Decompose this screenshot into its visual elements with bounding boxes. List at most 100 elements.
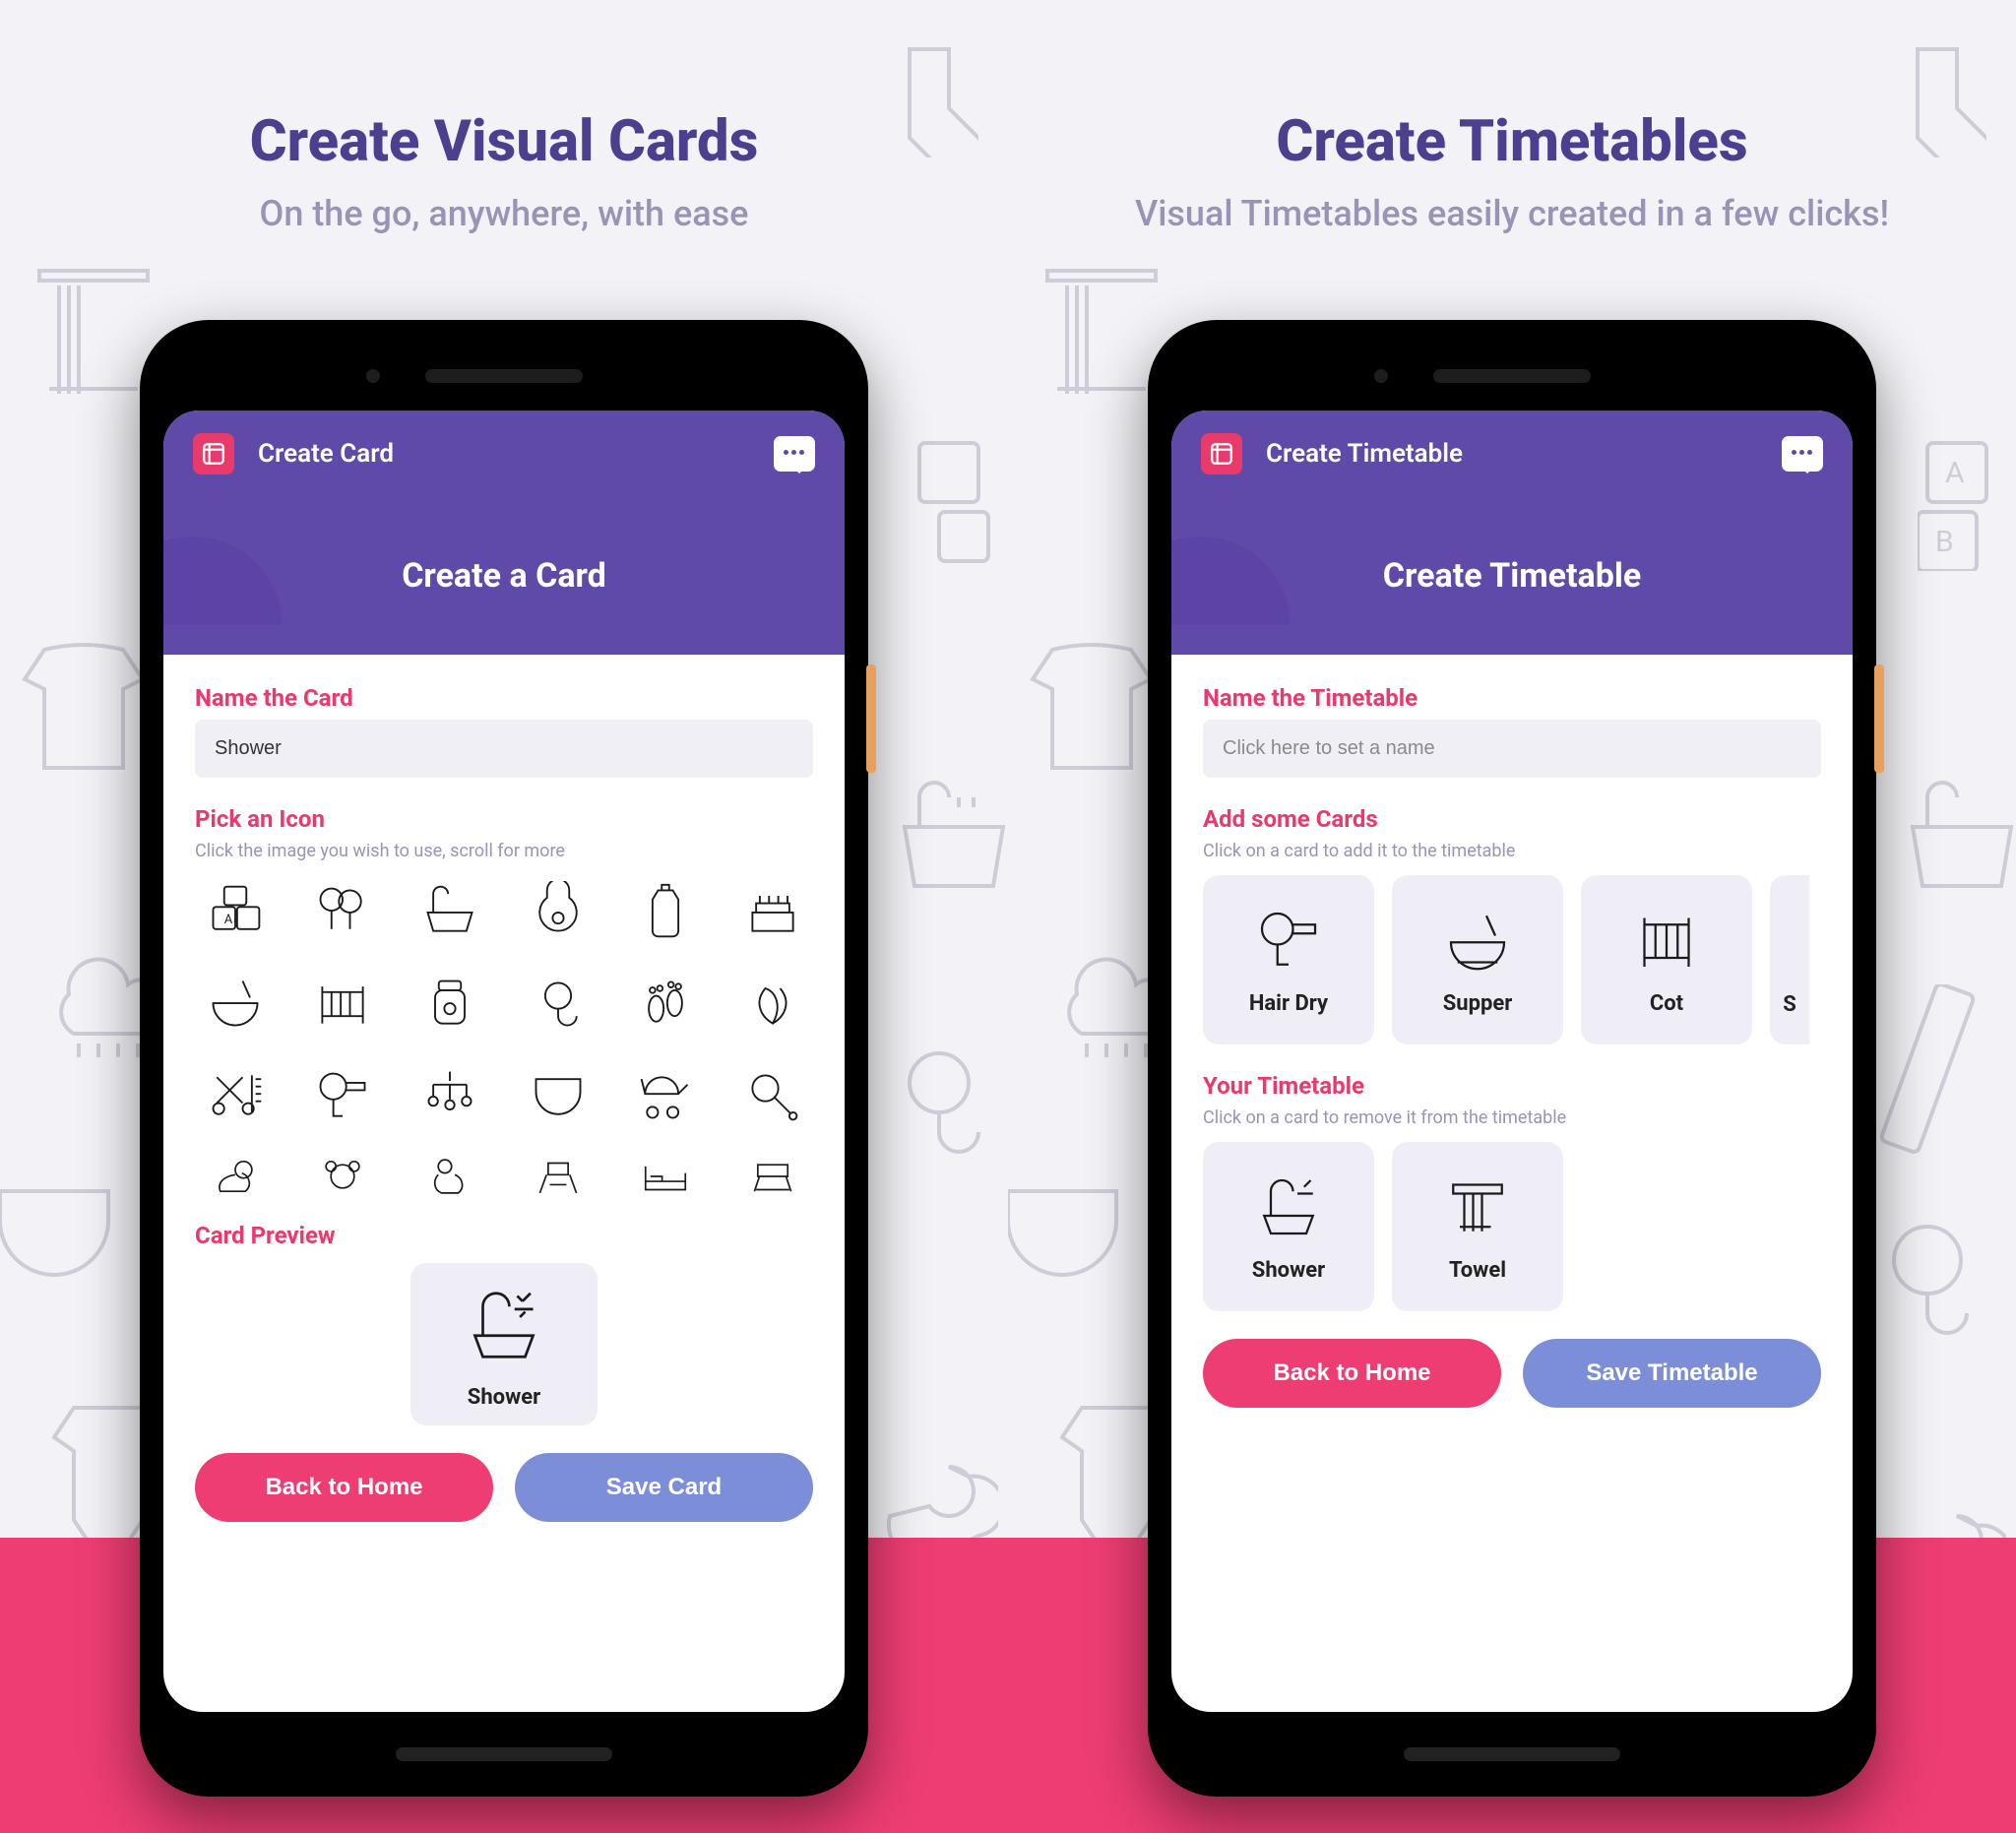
save-card-button[interactable]: Save Card (515, 1453, 813, 1522)
bathtub-icon[interactable] (410, 875, 490, 946)
card-shower[interactable]: Shower (1203, 1142, 1374, 1311)
diaper-doodle-icon (0, 1181, 118, 1319)
card-label: Hair Dry (1249, 991, 1328, 1016)
pacifier-doodle-icon (880, 1034, 998, 1171)
footprints-icon[interactable] (625, 968, 705, 1039)
preview-section-label: Card Preview (195, 1222, 813, 1249)
svg-text:A: A (223, 913, 232, 927)
phone-camera-dot (1374, 369, 1388, 383)
card-name-input[interactable] (195, 720, 813, 778)
name-section-label: Name the Card (195, 684, 813, 712)
cot-icon (1631, 905, 1702, 976)
phone-speaker (1433, 369, 1591, 383)
icon-hint: Click the image you wish to use, scroll … (195, 841, 813, 861)
timetable-name-input[interactable] (1203, 720, 1821, 778)
duck-icon[interactable] (195, 1149, 275, 1204)
bathtub-doodle-icon (900, 778, 1008, 906)
save-timetable-button[interactable]: Save Timetable (1523, 1339, 1821, 1408)
hairdryer-icon[interactable] (302, 1060, 382, 1131)
screen-content: Name the Card Pick an Icon Click the ima… (163, 655, 845, 1712)
pacifier-icon[interactable] (518, 968, 598, 1039)
shirt-doodle-icon (20, 630, 148, 778)
bib-icon[interactable] (518, 875, 598, 946)
diaper-doodle-icon (1008, 1181, 1126, 1319)
svg-text:B: B (1935, 525, 1954, 559)
mobile-toy-icon[interactable] (410, 1060, 490, 1131)
add-cards-hint: Click on a card to add it to the timetab… (1203, 841, 1821, 861)
phone-screen: Create Timetable Create Timetable Name t… (1171, 411, 1853, 1712)
blocks-doodle-icon (910, 433, 998, 571)
card-partial[interactable]: S (1770, 875, 1809, 1044)
card-label: Cot (1650, 991, 1683, 1016)
cot-icon[interactable] (302, 968, 382, 1039)
app-logo-icon[interactable] (1201, 433, 1242, 474)
bed-icon[interactable] (625, 1149, 705, 1204)
teddy-icon[interactable] (302, 1149, 382, 1204)
phone-side-button (866, 664, 876, 773)
subheadline: Visual Timetables easily created in a fe… (1008, 193, 2016, 234)
preview-card-label: Shower (420, 1385, 588, 1410)
icon-section-label: Pick an Icon (195, 805, 813, 833)
app-bar: Create Timetable (1171, 411, 1853, 497)
sock-doodle-icon (850, 39, 978, 158)
towel-icon (1442, 1171, 1513, 1242)
shower-icon (462, 1283, 546, 1367)
your-timetable-hint: Click on a card to remove it from the ti… (1203, 1107, 1821, 1128)
phone-side-button (1874, 664, 1884, 773)
stroller-icon[interactable] (625, 1060, 705, 1131)
shower-icon (1253, 1171, 1324, 1242)
card-label: Towel (1449, 1258, 1506, 1283)
button-row: Back to Home Save Timetable (1203, 1339, 1821, 1408)
chat-icon[interactable] (1782, 436, 1823, 472)
your-timetable-label: Your Timetable (1203, 1072, 1821, 1100)
diaper-icon[interactable] (518, 1060, 598, 1131)
card-supper[interactable]: Supper (1392, 875, 1563, 1044)
phone-speaker (425, 369, 583, 383)
bathtub-doodle-icon (1908, 778, 2016, 906)
bowl-icon[interactable] (195, 968, 275, 1039)
highchair-icon[interactable] (518, 1149, 598, 1204)
back-to-home-button[interactable]: Back to Home (1203, 1339, 1501, 1408)
screen-content: Name the Timetable Add some Cards Click … (1171, 655, 1853, 1712)
phone-camera-dot (366, 369, 380, 383)
walker-icon[interactable] (733, 1149, 813, 1204)
add-cards-row[interactable]: Hair Dry Supper Cot S (1203, 875, 1821, 1044)
hairdryer-icon (1253, 905, 1324, 976)
name-section-label: Name the Timetable (1203, 684, 1821, 712)
sock-doodle-icon (1858, 39, 1986, 158)
back-to-home-button[interactable]: Back to Home (195, 1453, 493, 1522)
balloons-icon[interactable] (302, 875, 382, 946)
comb-scissors-icon[interactable] (195, 1060, 275, 1131)
card-label: S (1783, 992, 1796, 1017)
icon-grid: A (195, 875, 813, 1131)
phone-mockup: Create Card Create a Card Name the Card … (140, 320, 868, 1797)
hero-title: Create a Card (163, 497, 845, 655)
chat-icon[interactable] (774, 436, 815, 472)
birthday-cake-icon[interactable] (733, 875, 813, 946)
promo-panel-create-timetables: AB Create Timetables Visual Timetables e… (1008, 0, 2016, 1833)
app-bar-title: Create Timetable (1266, 439, 1463, 469)
bottle-icon[interactable] (625, 875, 705, 946)
blocks-icon[interactable]: A (195, 875, 275, 946)
shirt-doodle-icon (1028, 630, 1156, 778)
card-label: Shower (1252, 1258, 1325, 1283)
icon-grid-row-partial (195, 1149, 813, 1204)
rattle-icon[interactable] (733, 1060, 813, 1131)
phone-home-pill (1404, 1747, 1620, 1761)
add-cards-label: Add some Cards (1203, 805, 1821, 833)
jar-icon[interactable] (410, 968, 490, 1039)
svg-text:A: A (1945, 456, 1965, 490)
bowl-icon (1442, 905, 1513, 976)
blocks-doodle-icon: AB (1918, 433, 2006, 571)
hero-title: Create Timetable (1171, 497, 1853, 655)
app-logo-icon[interactable] (193, 433, 234, 474)
card-cot[interactable]: Cot (1581, 875, 1752, 1044)
button-row: Back to Home Save Card (195, 1453, 813, 1522)
card-hair-dry[interactable]: Hair Dry (1203, 875, 1374, 1044)
nursing-icon[interactable] (410, 1149, 490, 1204)
ruler-doodle-icon (1878, 984, 1996, 1162)
card-preview: Shower (410, 1263, 598, 1425)
subheadline: On the go, anywhere, with ease (0, 193, 1008, 234)
card-towel[interactable]: Towel (1392, 1142, 1563, 1311)
leaves-icon[interactable] (733, 968, 813, 1039)
